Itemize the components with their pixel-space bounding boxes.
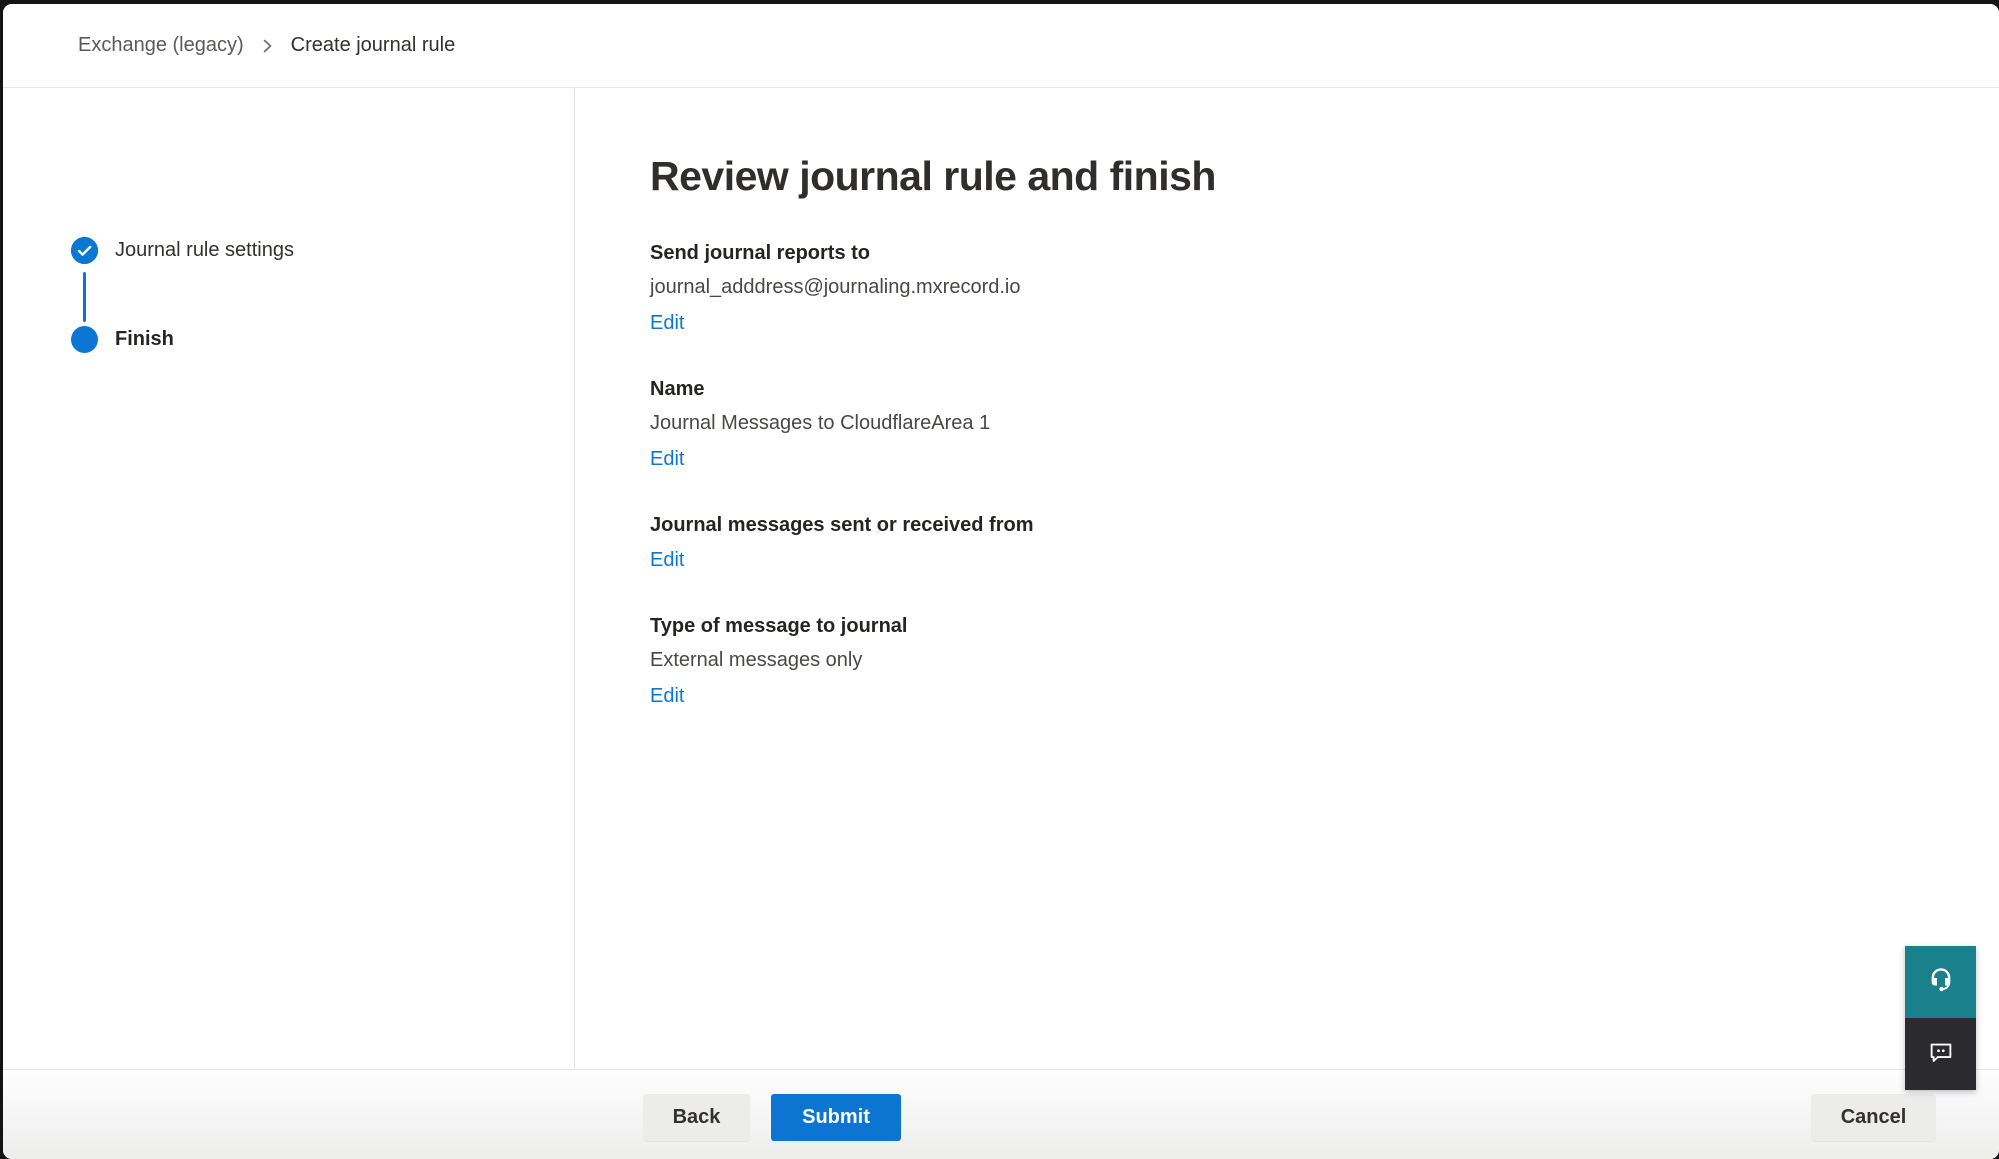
current-step-dot-icon — [71, 326, 98, 353]
wizard-steps-sidebar: Journal rule settings Finish — [3, 89, 575, 1069]
section-label: Send journal reports to — [650, 239, 1999, 267]
edit-journal-messages-link[interactable]: Edit — [650, 546, 684, 574]
section-type-of-message: Type of message to journal External mess… — [650, 612, 1999, 710]
journal-report-address-value: journal_adddress@journaling.mxrecord.io — [650, 272, 1999, 302]
cancel-button[interactable]: Cancel — [1811, 1094, 1936, 1141]
edit-send-journal-reports-link[interactable]: Edit — [650, 309, 684, 337]
back-button[interactable]: Back — [643, 1094, 750, 1141]
section-send-journal-reports-to: Send journal reports to journal_adddress… — [650, 239, 1999, 337]
submit-button[interactable]: Submit — [771, 1094, 901, 1141]
breadcrumb-create-journal-rule: Create journal rule — [291, 34, 456, 57]
floating-button-stack — [1905, 946, 1976, 1090]
step-journal-rule-settings[interactable]: Journal rule settings — [71, 237, 294, 264]
headset-icon — [1925, 964, 1957, 1001]
edit-message-type-link[interactable]: Edit — [650, 682, 684, 710]
review-panel: Review journal rule and finish Send jour… — [576, 89, 1999, 1069]
step-label: Journal rule settings — [115, 239, 294, 262]
footer-action-bar: Back Submit Cancel — [3, 1069, 1999, 1159]
top-bar: Exchange (legacy) Create journal rule — [3, 4, 1999, 88]
step-label: Finish — [115, 328, 174, 351]
create-journal-rule-window: Exchange (legacy) Create journal rule Jo… — [3, 4, 1999, 1159]
check-icon — [71, 237, 98, 264]
step-connector-line — [83, 272, 86, 322]
feedback-button[interactable] — [1905, 1018, 1976, 1090]
step-finish[interactable]: Finish — [71, 326, 174, 353]
section-journal-messages-sent-or-received: Journal messages sent or received from E… — [650, 511, 1999, 574]
page-title: Review journal rule and finish — [650, 149, 1999, 203]
breadcrumb-exchange-legacy[interactable]: Exchange (legacy) — [78, 34, 244, 57]
section-name: Name Journal Messages to CloudflareArea … — [650, 375, 1999, 473]
comment-icon — [1926, 1037, 1956, 1072]
help-button[interactable] — [1905, 946, 1976, 1018]
breadcrumb: Exchange (legacy) Create journal rule — [78, 34, 455, 57]
section-label: Name — [650, 375, 1999, 403]
rule-name-value: Journal Messages to CloudflareArea 1 — [650, 408, 1999, 438]
section-label: Type of message to journal — [650, 612, 1999, 640]
chevron-right-icon — [261, 38, 274, 54]
section-label: Journal messages sent or received from — [650, 511, 1999, 539]
edit-name-link[interactable]: Edit — [650, 445, 684, 473]
message-type-value: External messages only — [650, 645, 1999, 675]
